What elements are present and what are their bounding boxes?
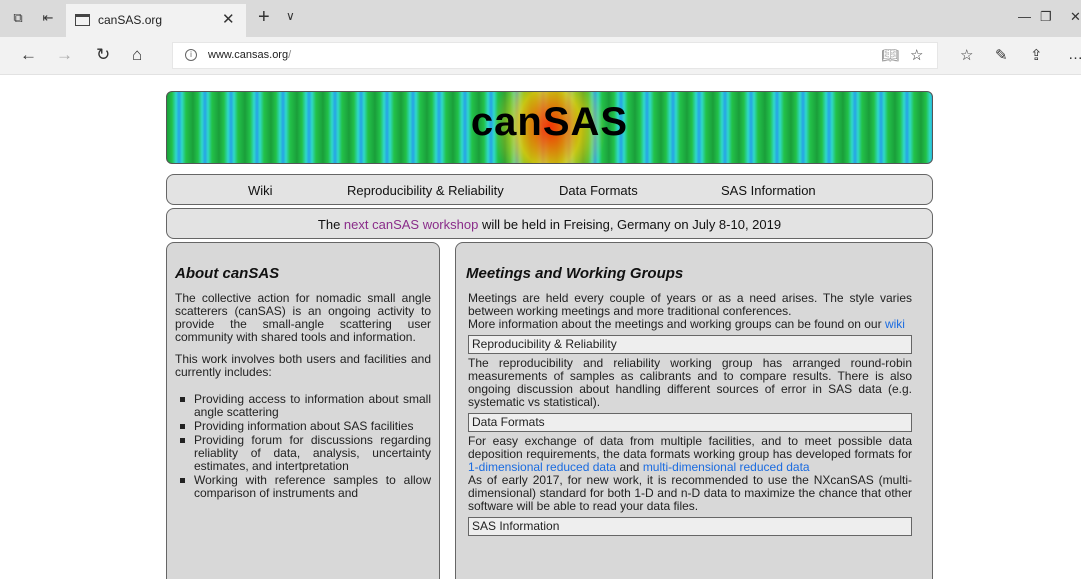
- site-menu: Wiki Reproducibility & Reliability Data …: [166, 174, 933, 205]
- back-icon[interactable]: ←: [20, 46, 37, 64]
- bullet-icon: [180, 397, 185, 402]
- close-window-icon[interactable]: ✕: [1070, 9, 1081, 25]
- wiki-link[interactable]: wiki: [885, 317, 905, 331]
- browser-navbar: ← → ↻ ⌂ i www.cansas.org/ 📖︎ ☆ ☆ ✎ ⇪ …: [0, 37, 1081, 75]
- minimize-icon[interactable]: —: [1018, 9, 1031, 24]
- bullet-icon: [180, 478, 185, 483]
- reproducibility-text: The reproducibility and reliability work…: [468, 356, 912, 409]
- meetings-heading: Meetings and Working Groups: [466, 265, 684, 282]
- tab-list-chevron-icon[interactable]: ∨: [286, 9, 295, 23]
- meetings-intro: Meetings are held every couple of years …: [468, 291, 912, 331]
- new-tab-icon[interactable]: +: [258, 6, 270, 29]
- section-title-data-formats: Data Formats: [468, 413, 912, 432]
- list-item: Providing information about SAS faciliti…: [175, 420, 431, 433]
- browser-titlebar: ⧉ ⇤ canSAS.org ✕ + ∨ — ❐ ✕: [0, 0, 1081, 37]
- menu-item-wiki[interactable]: Wiki: [248, 183, 273, 198]
- more-icon[interactable]: …: [1068, 46, 1081, 63]
- tab-actions-icon[interactable]: ⧉: [11, 11, 25, 25]
- refresh-icon[interactable]: ↻: [96, 46, 110, 64]
- address-url[interactable]: www.cansas.org/: [208, 49, 291, 61]
- share-icon[interactable]: ⇪: [1030, 46, 1043, 64]
- menu-item-reproducibility[interactable]: Reproducibility & Reliability: [347, 183, 504, 198]
- bullet-icon: [180, 424, 185, 429]
- address-bar[interactable]: i www.cansas.org/ 📖︎ ☆: [172, 42, 938, 69]
- tab-aside-icon[interactable]: ⇤: [41, 11, 55, 25]
- list-item: Working with reference samples to allow …: [175, 474, 431, 500]
- about-panel: About canSAS The collective action for n…: [166, 242, 440, 579]
- menu-item-data-formats[interactable]: Data Formats: [559, 183, 638, 198]
- home-icon[interactable]: ⌂: [132, 46, 142, 64]
- browser-tab-active[interactable]: canSAS.org ✕: [66, 4, 246, 37]
- section-title-sas-information: SAS Information: [468, 517, 912, 536]
- favorites-hub-icon[interactable]: ☆: [960, 46, 973, 64]
- reading-view-icon[interactable]: 📖︎: [881, 47, 899, 64]
- workshop-notice-text: The next canSAS workshop will be held in…: [317, 217, 782, 232]
- web-note-icon[interactable]: ✎: [995, 46, 1008, 64]
- list-item: Providing forum for discussions regardin…: [175, 434, 431, 473]
- 1d-data-link[interactable]: 1-dimensional reduced data: [468, 460, 616, 474]
- site-logo-title: canSAS: [470, 100, 629, 144]
- workshop-link[interactable]: next canSAS workshop: [344, 217, 478, 232]
- workshop-notice: The next canSAS workshop will be held in…: [166, 208, 933, 239]
- meetings-panel: Meetings and Working Groups Meetings are…: [455, 242, 933, 579]
- section-title-reproducibility: Reproducibility & Reliability: [468, 335, 912, 354]
- tab-close-icon[interactable]: ✕: [222, 10, 235, 28]
- about-paragraph-1: The collective action for nomadic small …: [175, 291, 431, 344]
- about-activity-list: Providing access to information about sm…: [175, 393, 431, 500]
- site-banner: canSAS: [166, 91, 933, 164]
- about-paragraph-2: This work involves both users and facili…: [175, 352, 431, 379]
- multi-d-data-link[interactable]: multi-dimensional reduced data: [643, 460, 810, 474]
- bullet-icon: [180, 438, 185, 443]
- tab-title: canSAS.org: [98, 13, 163, 27]
- restore-icon[interactable]: ❐: [1040, 9, 1052, 25]
- forward-icon[interactable]: →: [56, 46, 73, 64]
- menu-item-sas-information[interactable]: SAS Information: [721, 183, 816, 198]
- data-formats-text: For easy exchange of data from multiple …: [468, 434, 912, 513]
- list-item: Providing access to information about sm…: [175, 393, 431, 419]
- about-heading: About canSAS: [175, 265, 280, 282]
- favorite-star-icon[interactable]: ☆: [910, 46, 923, 64]
- page-favicon-icon: [75, 14, 90, 26]
- site-info-icon[interactable]: i: [185, 49, 197, 61]
